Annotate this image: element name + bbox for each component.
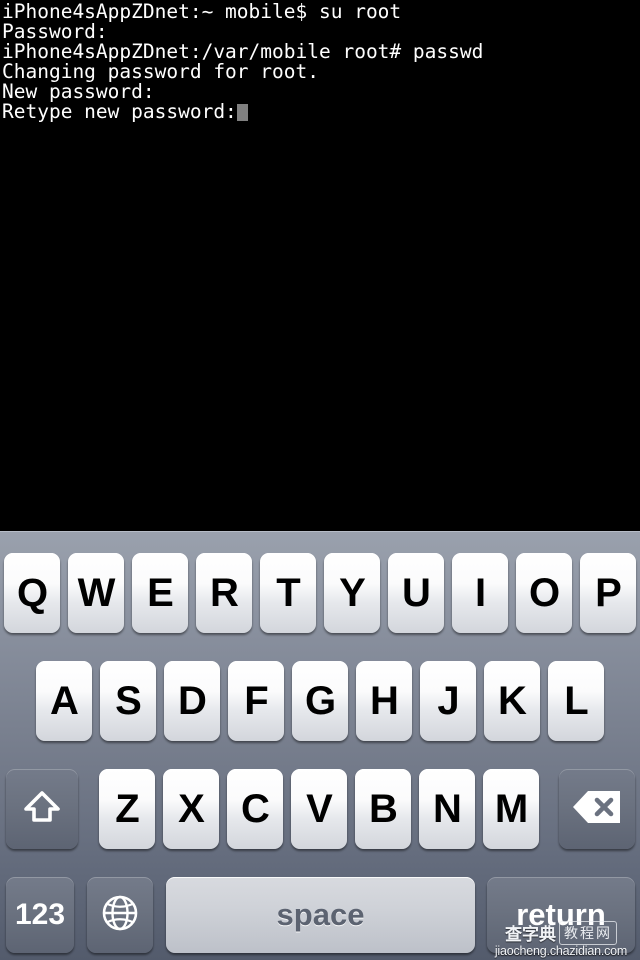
terminal-line: Changing password for root. xyxy=(2,60,319,83)
key-e[interactable]: E xyxy=(132,553,188,633)
key-return[interactable]: return xyxy=(487,877,635,953)
key-z[interactable]: Z xyxy=(99,769,155,849)
key-q[interactable]: Q xyxy=(4,553,60,633)
key-n[interactable]: N xyxy=(419,769,475,849)
terminal-line: iPhone4sAppZDnet:~ mobile$ su root xyxy=(2,0,402,23)
key-u[interactable]: U xyxy=(388,553,444,633)
key-o[interactable]: O xyxy=(516,553,572,633)
key-l[interactable]: L xyxy=(548,661,604,741)
key-r[interactable]: R xyxy=(196,553,252,633)
key-y[interactable]: Y xyxy=(324,553,380,633)
key-f[interactable]: F xyxy=(228,661,284,741)
terminal-line-text: Retype new password: xyxy=(2,100,237,123)
key-x[interactable]: X xyxy=(163,769,219,849)
terminal-output[interactable]: iPhone4sAppZDnet:~ mobile$ su root Passw… xyxy=(0,0,640,531)
key-shift[interactable] xyxy=(6,769,78,849)
key-b[interactable]: B xyxy=(355,769,411,849)
key-p[interactable]: P xyxy=(580,553,636,633)
terminal-line: iPhone4sAppZDnet:/var/mobile root# passw… xyxy=(2,40,484,63)
terminal-cursor xyxy=(236,104,248,121)
key-a[interactable]: A xyxy=(36,661,92,741)
key-d[interactable]: D xyxy=(164,661,220,741)
key-s[interactable]: S xyxy=(100,661,156,741)
backspace-icon xyxy=(572,789,622,830)
key-w[interactable]: W xyxy=(68,553,124,633)
key-h[interactable]: H xyxy=(356,661,412,741)
device-screen: iPhone4sAppZDnet:~ mobile$ su root Passw… xyxy=(0,0,640,960)
onscreen-keyboard[interactable]: Q W E R T Y U I O P A S D F G H J K L Z … xyxy=(0,531,640,960)
key-numeric-mode[interactable]: 123 xyxy=(6,877,74,953)
terminal-line-with-cursor: Retype new password: xyxy=(2,102,640,122)
terminal-toolbar: i xyxy=(0,460,640,960)
key-v[interactable]: V xyxy=(291,769,347,849)
key-backspace[interactable] xyxy=(559,769,635,849)
key-space[interactable]: space xyxy=(166,877,475,953)
key-t[interactable]: T xyxy=(260,553,316,633)
key-globe[interactable] xyxy=(87,877,153,953)
terminal-line: Password: xyxy=(2,20,108,43)
terminal-line: New password: xyxy=(2,80,155,103)
key-k[interactable]: K xyxy=(484,661,540,741)
key-g[interactable]: G xyxy=(292,661,348,741)
key-j[interactable]: J xyxy=(420,661,476,741)
shift-icon xyxy=(21,786,63,833)
key-m[interactable]: M xyxy=(483,769,539,849)
globe-icon xyxy=(99,892,141,939)
key-i[interactable]: I xyxy=(452,553,508,633)
key-c[interactable]: C xyxy=(227,769,283,849)
